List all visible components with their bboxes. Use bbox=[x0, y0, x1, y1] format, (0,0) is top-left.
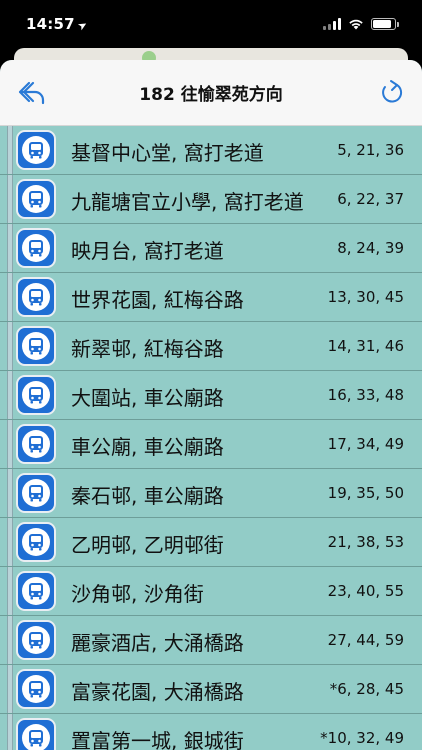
stop-row[interactable]: 大圍站, 車公廟路 16, 33, 48 bbox=[0, 371, 422, 420]
stop-name: 基督中心堂, 窩打老道 bbox=[71, 141, 264, 165]
stop-times: 5, 21, 36 bbox=[337, 141, 404, 159]
stop-times: 27, 44, 59 bbox=[327, 631, 404, 649]
bus-stop-icon bbox=[16, 718, 56, 750]
stop-name: 富豪花園, 大涌橋路 bbox=[71, 680, 244, 704]
stop-row[interactable]: 富豪花園, 大涌橋路 *6, 28, 45 bbox=[0, 665, 422, 714]
stop-row[interactable]: 沙角邨, 沙角街 23, 40, 55 bbox=[0, 567, 422, 616]
bus-stop-icon bbox=[16, 571, 56, 611]
bus-stop-icon bbox=[16, 669, 56, 709]
bus-stop-icon bbox=[16, 473, 56, 513]
bus-stop-icon bbox=[16, 522, 56, 562]
stop-times: 21, 38, 53 bbox=[327, 533, 404, 551]
stop-times: 8, 24, 39 bbox=[337, 239, 404, 257]
stop-row[interactable]: 乙明邨, 乙明邨街 21, 38, 53 bbox=[0, 518, 422, 567]
stop-row[interactable]: 新翠邨, 紅梅谷路 14, 31, 46 bbox=[0, 322, 422, 371]
stop-row[interactable]: 車公廟, 車公廟路 17, 34, 49 bbox=[0, 420, 422, 469]
stop-row[interactable]: 世界花園, 紅梅谷路 13, 30, 45 bbox=[0, 273, 422, 322]
stop-times: 14, 31, 46 bbox=[327, 337, 404, 355]
back-button[interactable] bbox=[16, 78, 48, 108]
stop-times: 13, 30, 45 bbox=[327, 288, 404, 306]
stop-name: 世界花園, 紅梅谷路 bbox=[71, 288, 244, 312]
wifi-icon bbox=[348, 18, 364, 30]
bus-stop-icon bbox=[16, 179, 56, 219]
location-arrow-icon: ➤ bbox=[75, 17, 90, 34]
stop-name: 秦石邨, 車公廟路 bbox=[71, 484, 224, 508]
stop-times: *6, 28, 45 bbox=[329, 680, 404, 698]
stop-times: 16, 33, 48 bbox=[327, 386, 404, 404]
stop-name: 大圍站, 車公廟路 bbox=[71, 386, 224, 410]
page-title: 182 往愉翠苑方向 bbox=[139, 85, 283, 105]
stop-row[interactable]: 映月台, 窩打老道 8, 24, 39 bbox=[0, 224, 422, 273]
stop-name: 沙角邨, 沙角街 bbox=[71, 582, 204, 606]
back-arrow-icon bbox=[18, 81, 45, 105]
status-time-text: 14:57 bbox=[26, 15, 75, 33]
stop-row[interactable]: 置富第一城, 銀城街 *10, 32, 49 bbox=[0, 714, 422, 750]
stop-times: 23, 40, 55 bbox=[327, 582, 404, 600]
stop-name: 乙明邨, 乙明邨街 bbox=[71, 533, 224, 557]
bus-stop-icon bbox=[16, 375, 56, 415]
stop-row[interactable]: 基督中心堂, 窩打老道 5, 21, 36 bbox=[0, 126, 422, 175]
refresh-icon bbox=[382, 80, 403, 103]
stop-row[interactable]: 九龍塘官立小學, 窩打老道 6, 22, 37 bbox=[0, 175, 422, 224]
battery-icon bbox=[371, 18, 399, 30]
bus-stop-icon bbox=[16, 424, 56, 464]
stop-times: *10, 32, 49 bbox=[320, 729, 404, 747]
stop-name: 映月台, 窩打老道 bbox=[71, 239, 224, 263]
status-icons bbox=[323, 18, 399, 30]
refresh-button[interactable] bbox=[376, 78, 408, 108]
stop-name: 車公廟, 車公廟路 bbox=[71, 435, 224, 459]
stop-row[interactable]: 麗豪酒店, 大涌橋路 27, 44, 59 bbox=[0, 616, 422, 665]
stop-times: 6, 22, 37 bbox=[337, 190, 404, 208]
stop-times: 17, 34, 49 bbox=[327, 435, 404, 453]
status-time: 14:57➤ bbox=[26, 15, 90, 34]
sheet-header: 182 往愉翠苑方向 bbox=[0, 60, 422, 126]
stop-row[interactable]: 秦石邨, 車公廟路 19, 35, 50 bbox=[0, 469, 422, 518]
status-bar: 14:57➤ bbox=[0, 0, 422, 48]
bus-stop-icon bbox=[16, 130, 56, 170]
bus-stop-icon bbox=[16, 277, 56, 317]
bus-stop-icon bbox=[16, 620, 56, 660]
stop-name: 九龍塘官立小學, 窩打老道 bbox=[71, 190, 304, 214]
cellular-signal-icon bbox=[323, 18, 341, 30]
stop-name: 新翠邨, 紅梅谷路 bbox=[71, 337, 224, 361]
bus-stop-icon bbox=[16, 326, 56, 366]
stop-name: 麗豪酒店, 大涌橋路 bbox=[71, 631, 244, 655]
stop-name: 置富第一城, 銀城街 bbox=[71, 729, 244, 750]
route-sheet: 182 往愉翠苑方向 基督中心堂, 窩打老道 5, 21, 36 九龍塘官立小學… bbox=[0, 60, 422, 750]
stop-list: 基督中心堂, 窩打老道 5, 21, 36 九龍塘官立小學, 窩打老道 6, 2… bbox=[0, 126, 422, 750]
stop-times: 19, 35, 50 bbox=[327, 484, 404, 502]
bus-stop-icon bbox=[16, 228, 56, 268]
